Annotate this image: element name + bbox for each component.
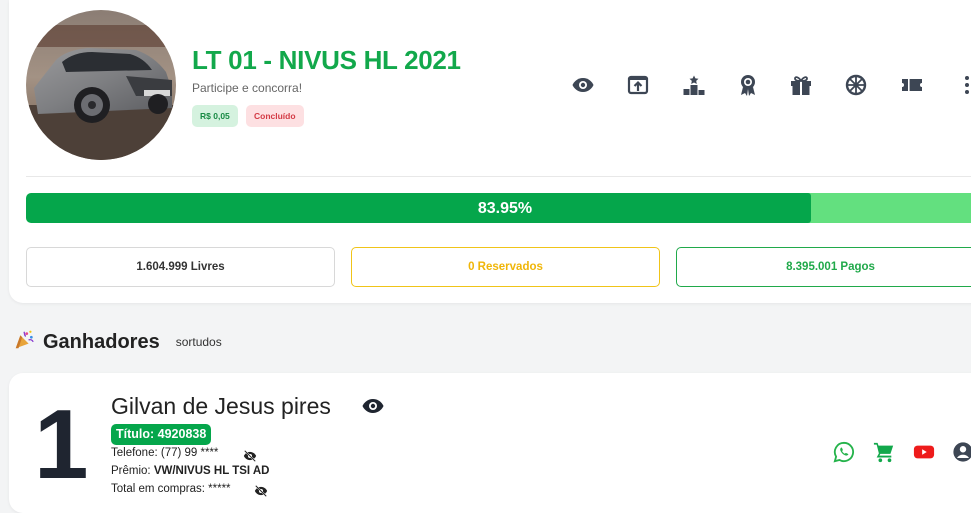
whatsapp-icon[interactable] <box>832 440 856 464</box>
party-popper-icon <box>13 329 35 356</box>
winners-header: Ganhadores sortudos <box>13 330 222 354</box>
winner-phone: Telefone: (77) 99 **** <box>111 447 219 459</box>
eye-icon[interactable] <box>360 394 386 418</box>
eye-icon[interactable] <box>570 70 596 100</box>
winner-total: Total em compras: ***** <box>111 483 231 495</box>
progress-bar: 83.95% <box>26 193 971 223</box>
youtube-icon[interactable] <box>912 440 936 464</box>
progress-label: 83.95% <box>477 200 533 217</box>
ticket-icon[interactable] <box>899 70 925 100</box>
gift-icon[interactable] <box>788 70 814 100</box>
status-badge: Concluído <box>246 105 304 127</box>
cart-icon[interactable] <box>872 440 896 464</box>
raffle-image[interactable] <box>26 10 176 160</box>
price-badge: R$ 0,05 <box>192 105 238 127</box>
winners-title: Ganhadores <box>43 330 160 353</box>
winner-name: Gilvan de Jesus pires <box>111 393 331 419</box>
share-icon[interactable] <box>625 70 651 100</box>
stat-pagos[interactable]: 8.395.001 Pagos <box>676 247 971 287</box>
account-icon[interactable] <box>951 440 971 464</box>
more-vertical-icon[interactable] <box>954 70 971 100</box>
eye-slash-icon[interactable] <box>243 449 257 462</box>
winners-subtitle: sortudos <box>175 335 222 349</box>
winner-prize: Prêmio: VW/NIVUS HL TSI AD <box>111 465 269 477</box>
winner-prize-label: Prêmio: <box>111 465 154 477</box>
ranking-icon[interactable] <box>681 70 707 100</box>
stat-reservados[interactable]: 0 Reservados <box>351 247 660 287</box>
raffle-subtitle: Participe e concorra! <box>192 81 303 95</box>
winner-ticket-badge: Título: 4920838 <box>111 424 212 445</box>
award-icon[interactable] <box>735 70 761 100</box>
eye-slash-icon[interactable] <box>254 484 268 497</box>
stat-livres[interactable]: 1.604.999 Livres <box>26 247 335 287</box>
winner-place: 1 <box>34 389 89 499</box>
wheel-icon[interactable] <box>843 70 869 100</box>
divider <box>26 176 971 177</box>
raffle-title: LT 01 - NIVUS HL 2021 <box>192 45 461 75</box>
winner-prize-value: VW/NIVUS HL TSI AD <box>153 465 270 477</box>
